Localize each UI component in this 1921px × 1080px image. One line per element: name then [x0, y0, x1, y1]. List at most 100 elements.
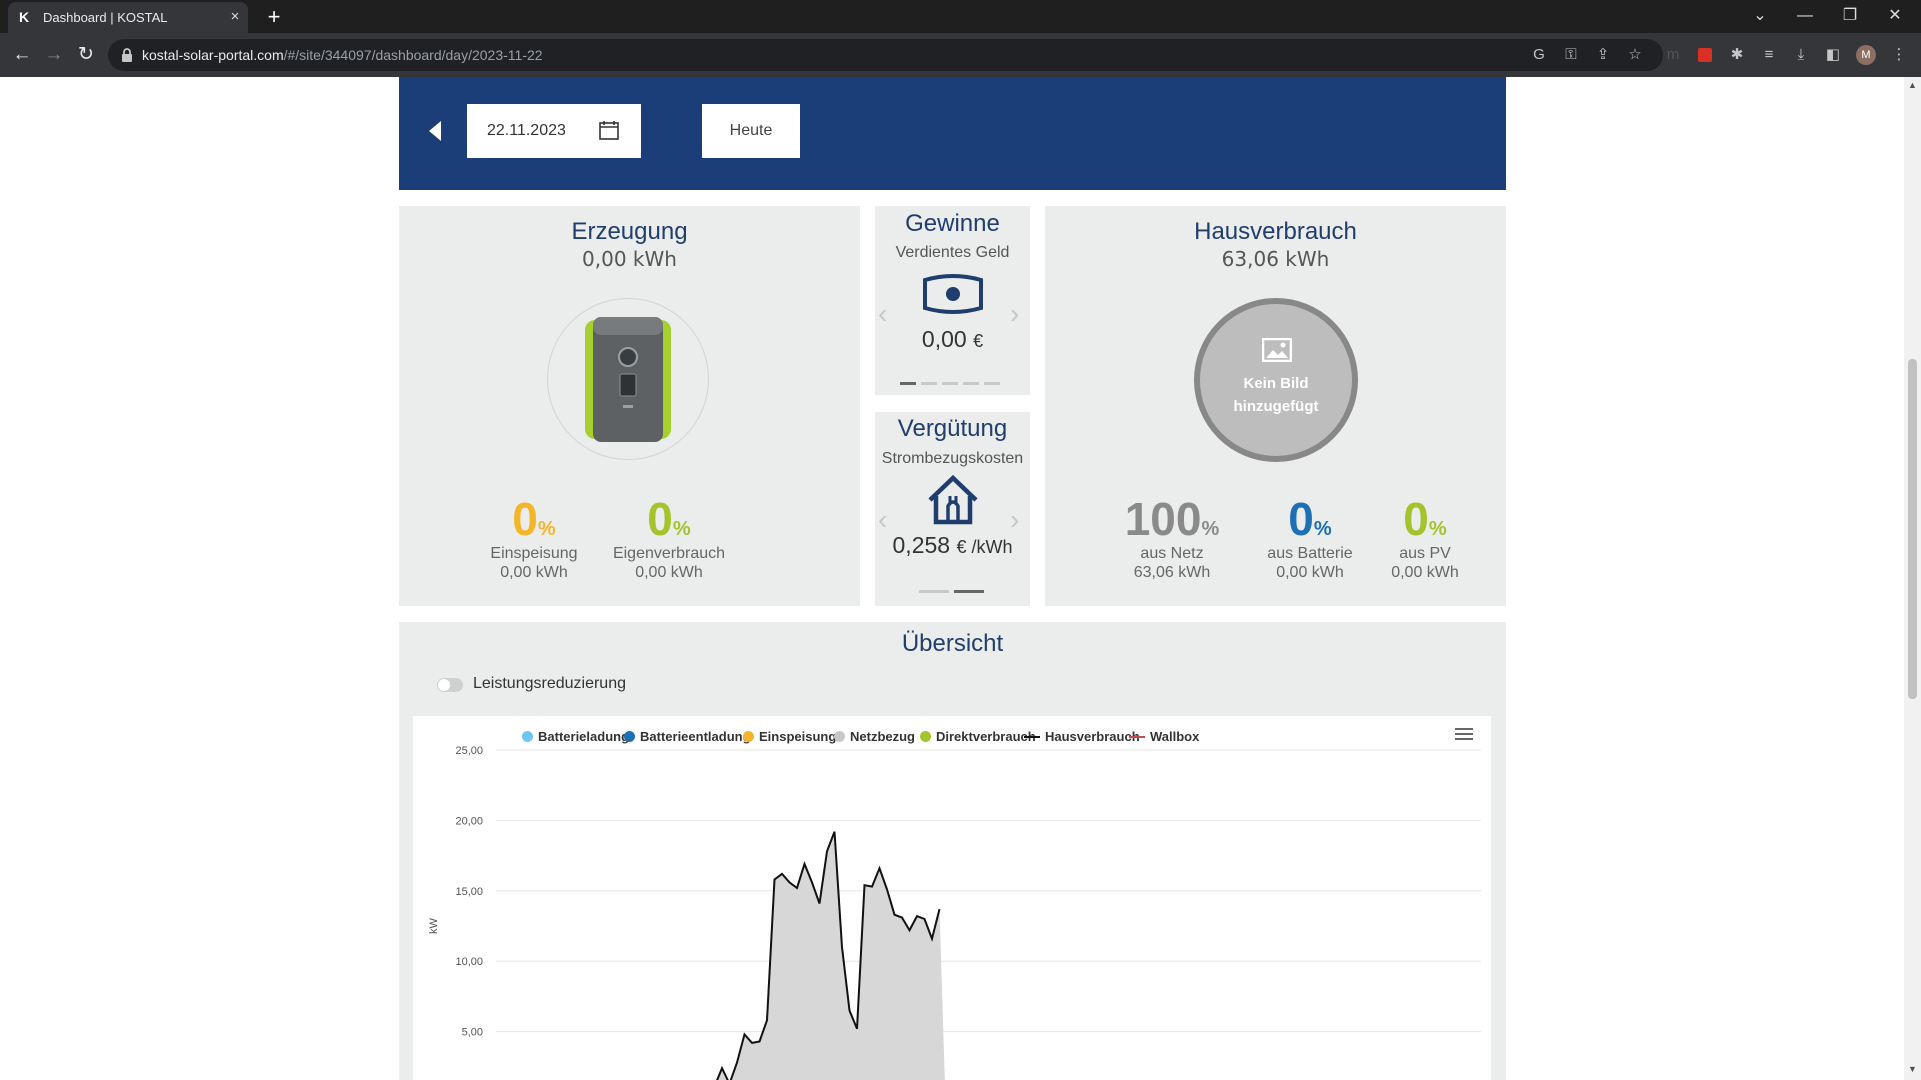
aus-pv-value: 0,00 kWh [1391, 564, 1459, 581]
house-plug-icon [928, 474, 978, 525]
aus-netz-percent-sign: % [1201, 518, 1220, 540]
image-placeholder-icon [1262, 338, 1292, 362]
eigenverbrauch-percent-sign: % [672, 518, 691, 540]
extensions-puzzle-icon[interactable]: ✱ [1726, 44, 1748, 66]
leistungsreduzierung-toggle[interactable] [437, 678, 463, 692]
date-navigation-bar: 22.11.2023 Heute [399, 77, 1506, 190]
aus-batterie-percent-sign: % [1313, 518, 1332, 540]
new-tab-button[interactable]: + [261, 4, 287, 30]
overview-section: Übersicht Leistungsreduzierung Batteriel… [399, 622, 1506, 1080]
browser-toolbar: ← → ↻ kostal-solar-portal.com/#/site/344… [0, 33, 1921, 77]
verguetung-value: 0,258 [892, 532, 951, 558]
aus-pv-stat: 0% aus PV 0,00 kWh [1370, 494, 1480, 582]
url-text: kostal-solar-portal.com/#/site/344097/da… [142, 46, 543, 64]
aus-batterie-percent: 0 [1288, 493, 1314, 545]
verguetung-amount: 0,258 € /kWh [875, 532, 1030, 559]
verguetung-title: Vergütung [897, 415, 1008, 442]
previous-day-icon[interactable] [429, 121, 441, 141]
hausverbrauch-total: 63,06 kWh [1221, 247, 1330, 271]
media-queue-icon[interactable]: ≡ [1758, 44, 1780, 66]
verguetung-card: Vergütung Strombezugskosten ‹ › 0,258 € … [875, 412, 1030, 606]
today-button[interactable]: Heute [702, 104, 800, 158]
no-image-placeholder: Kein Bild hinzugefügt [1194, 298, 1358, 462]
side-panel-icon[interactable]: ◧ [1822, 44, 1844, 66]
close-window-button[interactable]: ✕ [1873, 4, 1917, 28]
key-icon[interactable]: ⚿ [1560, 44, 1582, 66]
aus-netz-stat: 100% aus Netz 63,06 kWh [1107, 494, 1237, 582]
gewinne-prev-icon[interactable]: ‹ [878, 299, 887, 329]
page-viewport: 22.11.2023 Heute Erzeugung 0,00 kWh 0% E… [0, 77, 1904, 1080]
extension-m-icon[interactable]: m [1662, 44, 1684, 66]
hausverbrauch-card: Hausverbrauch 63,06 kWh Kein Bild hinzug… [1045, 206, 1506, 606]
chart-plot-svg: 25,0020,0015,0010,005,000,00kW [428, 745, 1481, 1080]
verguetung-next-icon[interactable]: › [1010, 505, 1019, 535]
eigenverbrauch-percent: 0 [647, 493, 673, 545]
aus-pv-percent: 0 [1403, 493, 1429, 545]
aus-netz-percent: 100 [1124, 493, 1202, 545]
browser-tab[interactable]: K Dashboard | KOSTAL × [8, 2, 248, 33]
einspeisung-label: Einspeisung [490, 545, 578, 562]
reload-icon[interactable]: ↻ [73, 42, 99, 68]
kostal-favicon-icon: K [19, 9, 30, 25]
close-tab-icon[interactable]: × [226, 8, 244, 26]
bookmark-star-icon[interactable]: ☆ [1624, 44, 1646, 66]
eigenverbrauch-label: Eigenverbrauch [612, 545, 726, 562]
scroll-up-icon[interactable]: ▲ [1908, 81, 1917, 90]
tab-search-icon[interactable]: ⌄ [1738, 4, 1782, 28]
power-chart: Batterieladung Batterieentladung Einspeisu… [413, 716, 1491, 1080]
scroll-thumb[interactable] [1908, 359, 1917, 699]
minimize-button[interactable]: — [1783, 4, 1827, 28]
verguetung-carousel-dots[interactable] [919, 590, 989, 593]
calendar-icon[interactable] [599, 120, 619, 140]
verguetung-unit: € /kWh [956, 537, 1013, 557]
download-icon[interactable]: ⤓ [1790, 44, 1812, 66]
no-image-line1: Kein Bild [1243, 375, 1309, 392]
tab-title: Dashboard | KOSTAL [43, 10, 168, 25]
y-tick-label: 15,00 [455, 886, 483, 898]
hausverbrauch-title: Hausverbrauch [1194, 218, 1357, 245]
browser-menu-icon[interactable]: ⋮ [1888, 44, 1910, 66]
gewinne-subtitle: Verdientes Geld [895, 244, 1010, 261]
page-scrollbar[interactable]: ▲ ▼ [1904, 77, 1921, 1080]
scroll-down-icon[interactable]: ▼ [1908, 1065, 1917, 1074]
maximize-button[interactable]: ❐ [1828, 4, 1872, 28]
aus-batterie-label: aus Batterie [1267, 545, 1353, 562]
overview-title: Übersicht [901, 630, 1004, 657]
aus-netz-value: 63,06 kWh [1133, 564, 1211, 581]
gewinne-next-icon[interactable]: › [1010, 299, 1019, 329]
google-icon[interactable]: G [1528, 44, 1550, 66]
erzeugung-total: 0,00 kWh [582, 247, 677, 271]
einspeisung-percent-sign: % [537, 518, 556, 540]
gewinne-value: 0,00 [921, 326, 967, 352]
inverter-image-circle [547, 298, 709, 460]
gewinne-carousel-dots[interactable] [900, 382, 1005, 385]
erzeugung-title: Erzeugung [571, 218, 688, 245]
aus-batterie-stat: 0% aus Batterie 0,00 kWh [1255, 494, 1365, 582]
y-tick-label: 10,00 [455, 956, 483, 968]
y-tick-label: 20,00 [455, 815, 483, 827]
date-picker[interactable]: 22.11.2023 [467, 104, 641, 158]
address-bar[interactable]: kostal-solar-portal.com/#/site/344097/da… [108, 39, 1663, 71]
url-path: /#/site/344097/dashboard/day/2023-11-22 [283, 47, 543, 63]
gewinne-unit: € [973, 331, 984, 351]
extension-red-icon[interactable] [1694, 44, 1716, 66]
no-image-text: Kein Bild hinzugefügt [1200, 372, 1352, 418]
money-bill-icon [923, 274, 983, 314]
aus-netz-label: aus Netz [1140, 545, 1204, 562]
share-icon[interactable]: ⇪ [1592, 44, 1614, 66]
browser-tab-bar: K Dashboard | KOSTAL × + ⌄ — ❐ ✕ [0, 0, 1921, 33]
y-tick-label: 25,00 [455, 745, 483, 757]
einspeisung-value: 0,00 kWh [500, 564, 568, 581]
verguetung-subtitle: Strombezugskosten [881, 450, 1024, 467]
aus-batterie-value: 0,00 kWh [1276, 564, 1344, 581]
aus-pv-label: aus PV [1399, 545, 1451, 562]
back-arrow-icon[interactable]: ← [9, 42, 35, 68]
lock-icon [122, 48, 132, 62]
forward-arrow-icon[interactable]: → [41, 42, 67, 68]
verguetung-prev-icon[interactable]: ‹ [878, 505, 887, 535]
aus-pv-percent-sign: % [1428, 518, 1447, 540]
url-host: kostal-solar-portal.com [142, 47, 284, 63]
gewinne-card: Gewinne Verdientes Geld ‹ › 0,00 € [875, 206, 1030, 395]
profile-avatar[interactable]: M [1856, 45, 1876, 65]
einspeisung-percent: 0 [512, 493, 538, 545]
